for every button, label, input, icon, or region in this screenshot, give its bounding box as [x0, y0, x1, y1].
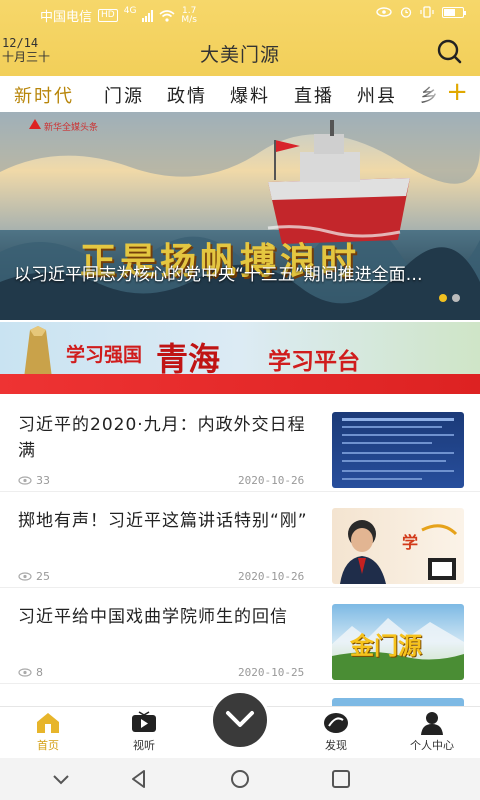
tab-zhibo[interactable]: 直播 [294, 82, 334, 108]
study-platform-banner[interactable]: 学习强国 青海 学习平台 [0, 322, 480, 394]
hero-illustration [0, 112, 480, 320]
news-title[interactable]: 习近平给中国戏曲学院师生的回信 [18, 604, 318, 630]
tab-menyuan[interactable]: 门源 [104, 82, 144, 108]
tv-icon [132, 711, 156, 732]
system-nav-bar [0, 758, 480, 800]
app-header: 中国电信 HD 4G 1.7 M/s 12/14 十月三十 大美门源 [0, 0, 480, 76]
study-label-xuexi: 学习强国 [66, 344, 143, 366]
search-icon[interactable] [436, 38, 462, 64]
discover-icon [324, 713, 348, 733]
carousel-dot [439, 294, 447, 302]
svg-text:学: 学 [402, 533, 418, 552]
battery-icon [442, 6, 466, 18]
carrier-label: 中国电信 [40, 10, 93, 25]
nav-video[interactable]: 视听 [104, 711, 184, 753]
signal-icon [142, 9, 154, 22]
back-icon[interactable] [128, 768, 150, 790]
news-thumbnail[interactable]: 学 [332, 508, 464, 584]
recents-icon[interactable] [330, 768, 352, 790]
tab-baoliao[interactable]: 爆料 [230, 82, 270, 108]
view-count: 33 [18, 474, 50, 487]
nav-profile[interactable]: 个人中心 [392, 711, 472, 753]
tab-zhouxian[interactable]: 州县 [357, 82, 397, 108]
eye-icon [18, 476, 32, 485]
chevron-down-icon [226, 711, 254, 727]
status-bar: 中国电信 HD 4G 1.7 M/s [0, 0, 480, 28]
nav-discover[interactable]: 发现 [296, 711, 376, 753]
nav-home[interactable]: 首页 [8, 711, 88, 753]
tabs-fade [416, 76, 446, 112]
carousel-indicator [439, 294, 460, 302]
eye-icon [18, 572, 32, 581]
view-count: 25 [18, 570, 50, 583]
thumb-caption: 金门源 [350, 631, 422, 660]
network-type: 4G [123, 6, 137, 16]
news-thumbnail[interactable] [332, 412, 464, 488]
hero-carousel[interactable]: 新华全媒头条 正是扬帆搏浪时 以习近平同志为核心的党中央“十三五”期间推进全面… [0, 112, 480, 320]
banner-strip [0, 374, 480, 394]
hide-nav-icon[interactable] [50, 768, 72, 790]
eye-comfort-icon [376, 7, 392, 17]
hero-source-label: 新华全媒头条 [44, 123, 99, 133]
tab-xinshidai[interactable]: 新时代 [14, 82, 74, 108]
list-item[interactable]: 习近平给中国戏曲学院师生的回信 8 2020-10-25 金门源 [0, 588, 480, 684]
news-title[interactable]: 掷地有声！习近平这篇讲话特别“刚” [18, 508, 318, 534]
view-count: 8 [18, 666, 43, 679]
category-tabs: 新时代 门源 政情 爆料 直播 州县 乡 + [0, 76, 480, 112]
news-thumbnail[interactable]: 金门源 [332, 604, 464, 680]
list-item[interactable]: 掷地有声！习近平这篇讲话特别“刚” 25 2020-10-26 学 [0, 492, 480, 588]
study-label-platform: 学习平台 [268, 349, 360, 375]
app-title: 大美门源 [199, 44, 280, 66]
xinhua-logo-icon [29, 119, 41, 129]
alarm-icon [400, 7, 412, 18]
hd-badge: HD [98, 9, 118, 22]
home-icon [37, 713, 59, 733]
tab-zhengqing[interactable]: 政情 [167, 82, 207, 108]
net-speed: 1.7 M/s [181, 5, 197, 25]
list-item[interactable]: 习近平的2020·九月：内政外交日程满 33 2020-10-26 [0, 396, 480, 492]
vibrate-icon [420, 6, 434, 18]
service-fab-button[interactable] [210, 690, 270, 750]
news-date: 2020-10-26 [238, 570, 305, 583]
news-date: 2020-10-25 [238, 666, 305, 679]
news-title[interactable]: 习近平的2020·九月：内政外交日程满 [18, 412, 318, 464]
carousel-dot [452, 294, 460, 302]
eye-icon [18, 668, 32, 677]
user-icon [421, 712, 443, 735]
add-channel-button[interactable]: + [446, 78, 468, 106]
wifi-icon [159, 9, 175, 22]
news-date: 2020-10-26 [238, 474, 305, 487]
home-nav-icon[interactable] [229, 768, 251, 790]
hero-caption[interactable]: 以习近平同志为核心的党中央“十三五”期间推进全面… [14, 264, 424, 286]
